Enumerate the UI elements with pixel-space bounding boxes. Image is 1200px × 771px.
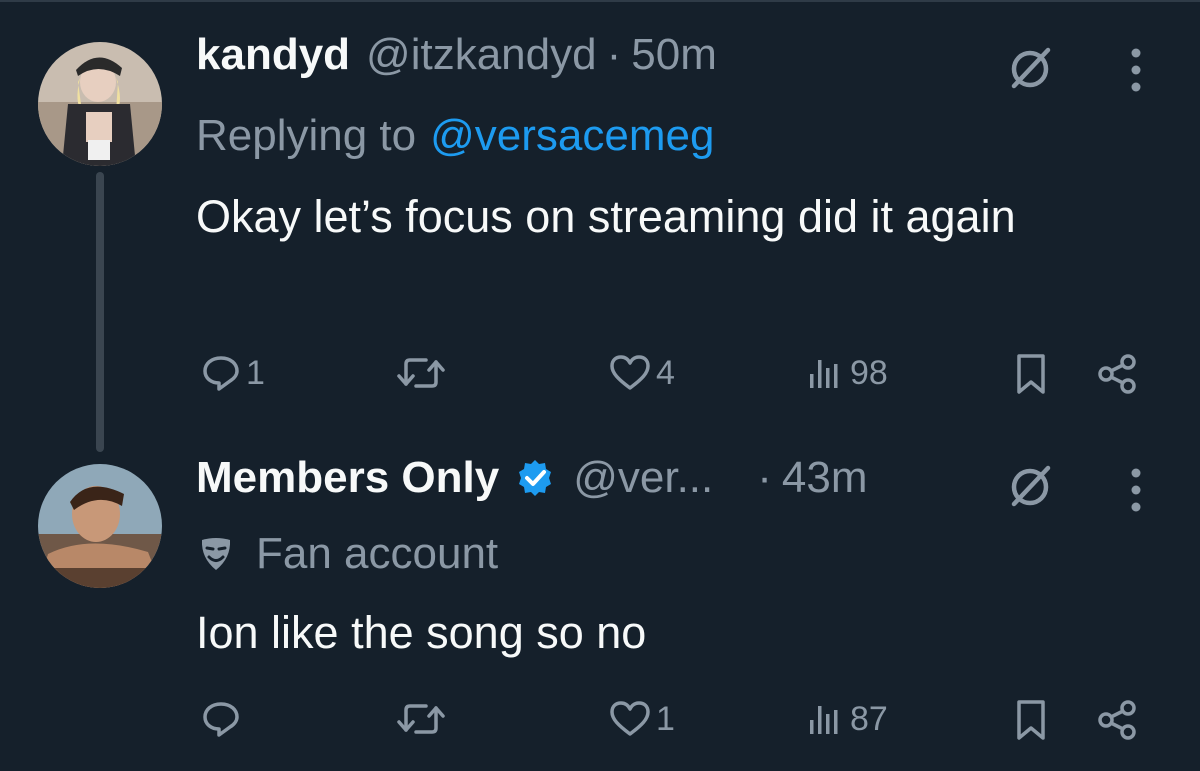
bookmark-icon <box>1017 700 1045 740</box>
reply-icon <box>203 356 239 391</box>
tweet-header: Members Only @ver... · 43m <box>196 452 868 512</box>
account-label-row: Fan account <box>196 526 498 582</box>
tweet-header: kandyd @itzkandyd · 50m <box>196 30 717 90</box>
views-button[interactable]: 87 <box>804 698 888 740</box>
account-label: Fan account <box>256 529 499 578</box>
user-handle[interactable]: @itzkandyd <box>366 30 597 80</box>
timestamp[interactable]: 43m <box>782 453 868 503</box>
views-button[interactable]: 98 <box>804 352 888 394</box>
like-count: 4 <box>656 353 675 392</box>
share-button[interactable] <box>1096 698 1140 742</box>
like-icon <box>610 355 650 390</box>
bookmark-button[interactable] <box>1012 698 1050 742</box>
views-icon <box>810 706 838 734</box>
user-handle[interactable]: @ver... <box>573 453 713 503</box>
reply-count: 1 <box>246 353 265 392</box>
tweet-2[interactable]: Members Only @ver... · 43m Fan account I… <box>0 450 1200 771</box>
bookmark-icon <box>1017 354 1045 394</box>
like-button[interactable]: 4 <box>608 352 675 394</box>
share-icon <box>1098 700 1136 740</box>
views-count: 87 <box>850 699 888 738</box>
replying-mention[interactable]: @versacemeg <box>430 111 714 161</box>
reply-button[interactable] <box>200 698 246 740</box>
grok-icon[interactable] <box>1004 42 1056 94</box>
share-button[interactable] <box>1096 352 1140 396</box>
timestamp[interactable]: 50m <box>631 30 717 80</box>
retweet-button[interactable] <box>396 698 450 740</box>
avatar-kandyd[interactable] <box>38 42 162 166</box>
views-count: 98 <box>850 353 888 392</box>
fan-account-mask-icon <box>201 538 231 570</box>
replying-to-row: Replying to @versacemeg <box>196 108 714 164</box>
retweet-icon <box>397 704 445 734</box>
tweet-1[interactable]: kandyd @itzkandyd · 50m Replying to @ver… <box>0 0 1200 452</box>
action-bar: 1 87 <box>196 698 1176 748</box>
avatar-members-only[interactable] <box>38 464 162 588</box>
verified-icon <box>519 460 552 496</box>
replying-prefix: Replying to <box>196 111 417 160</box>
like-icon <box>610 701 650 736</box>
grok-icon[interactable] <box>1004 460 1056 512</box>
more-icon[interactable] <box>1118 40 1154 100</box>
like-button[interactable]: 1 <box>608 698 675 740</box>
more-icon[interactable] <box>1118 460 1154 520</box>
retweet-icon <box>397 358 445 388</box>
display-name[interactable]: kandyd <box>196 30 350 80</box>
reply-button[interactable]: 1 <box>200 352 265 394</box>
share-icon <box>1098 354 1136 394</box>
separator: · <box>606 30 622 79</box>
retweet-button[interactable] <box>396 352 450 394</box>
tweet-text: Okay let’s focus on streaming did it aga… <box>196 191 1016 242</box>
bookmark-button[interactable] <box>1012 352 1050 396</box>
tweet-text: Ion like the song so no <box>196 607 647 658</box>
separator: · <box>757 453 772 502</box>
action-bar: 1 4 98 <box>196 352 1176 402</box>
display-name[interactable]: Members Only <box>196 453 499 503</box>
views-icon <box>810 360 838 388</box>
like-count: 1 <box>656 699 675 738</box>
reply-icon <box>203 702 239 737</box>
thread-line <box>96 172 104 452</box>
